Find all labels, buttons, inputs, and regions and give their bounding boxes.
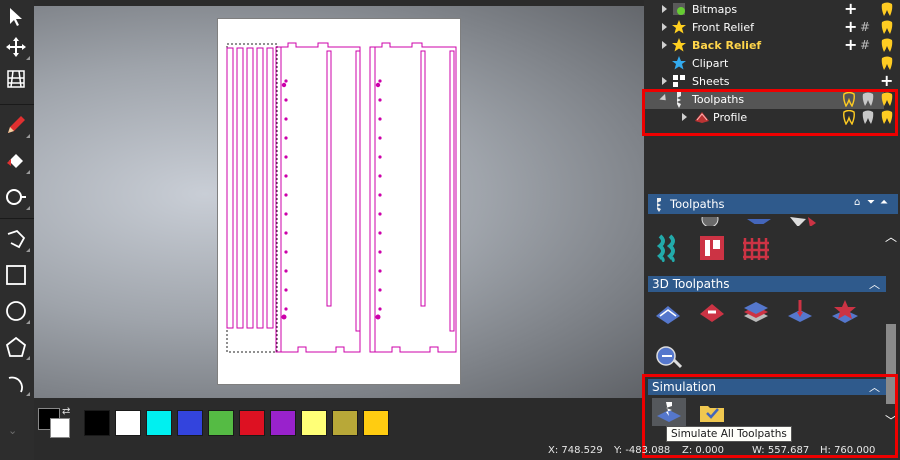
design-canvas[interactable] [34,6,644,398]
pin-icon[interactable]: ⏶ [880,197,888,208]
swatch-red[interactable] [239,410,265,436]
clipart-star-icon [672,56,686,73]
transform-icon[interactable] [2,32,30,62]
status-w: W: 557.687 [752,445,810,456]
toolbar-divider [0,218,34,219]
add-icon[interactable]: + [844,0,857,18]
add-icon[interactable]: + [844,35,857,54]
swatch-light-yellow[interactable] [301,410,327,436]
drill-toolpath-icon[interactable] [786,298,814,326]
tree-label: Front Relief [692,21,754,34]
expand-arrow-icon[interactable] [662,77,667,85]
expand-arrow-icon[interactable] [662,41,667,49]
toolpath-tool-icon[interactable] [788,214,816,226]
tree-label: Sheets [692,75,730,88]
finishing-toolpath-icon[interactable] [698,298,726,326]
status-x: X: 748.529 [548,445,603,456]
left-toolbar [0,0,34,460]
expand-arrow-icon[interactable] [662,23,667,31]
bitmap-icon [672,2,686,19]
swatch-white[interactable] [115,410,141,436]
swatch-gold[interactable] [363,410,389,436]
star-icon [672,20,686,37]
inlay-toolpath-icon[interactable] [698,234,726,262]
swatch-blue[interactable] [177,410,203,436]
section-title: 3D Toolpaths [652,277,730,291]
tree-item-bitmaps[interactable]: Bitmaps + [644,0,900,20]
application-window: ⇄ ⌄ Bitmaps + Front Relief + # Back Reli… [0,0,900,460]
grid-icon[interactable]: # [860,38,870,52]
toolpath-drill-icon [654,197,664,216]
fluting-toolpath-icon[interactable] [742,234,770,262]
home-icon[interactable]: ⌂ [854,197,860,208]
vector-drawing[interactable] [218,19,462,386]
polyline-icon[interactable] [2,224,30,254]
tree-label: Clipart [692,57,729,70]
swatch-green[interactable] [208,410,234,436]
expand-arrow-icon[interactable] [662,5,667,13]
highlight-box-toolpaths [642,89,898,136]
dock-down-icon[interactable]: ⏷ [867,197,875,208]
add-icon[interactable]: + [844,17,857,36]
tree-item-back-relief[interactable]: Back Relief + # [644,35,900,56]
tooth-icon[interactable] [880,38,894,56]
toolpaths-panel-header[interactable]: Toolpaths ⌂ ⏷ ⏶ [648,194,898,214]
measure-icon[interactable] [2,182,30,212]
swatch-purple[interactable] [270,410,296,436]
material-sheet[interactable] [217,18,461,385]
toolpaths-panel-title: Toolpaths [670,197,725,211]
status-h: H: 760.000 [820,445,876,456]
scroll-up-icon[interactable]: ︿ [885,228,897,245]
tree-label: Bitmaps [692,3,738,16]
collapse-chevron-icon[interactable]: ⌄ [8,424,17,437]
texture-toolpath-icon[interactable] [654,234,682,263]
roughing-toolpath-icon[interactable] [654,298,682,326]
swatch-olive[interactable] [332,410,358,436]
toolpath-tool-icon[interactable] [746,214,774,224]
select-arrow-icon[interactable] [2,2,30,32]
polygon-icon[interactable] [2,332,30,362]
arc-icon[interactable] [2,368,30,398]
node-edit-icon[interactable] [2,64,30,94]
tree-item-clipart[interactable]: Clipart [644,55,900,73]
pencil-icon[interactable] [2,110,30,140]
grid-icon[interactable]: # [860,20,870,34]
toolpath-tool-icon[interactable] [700,214,728,226]
stroke-color-swatch[interactable] [50,418,70,438]
circle-icon[interactable] [2,296,30,326]
rectangle-icon[interactable] [2,260,30,290]
swatch-black[interactable] [84,410,110,436]
status-bar: X: 748.529 Y: -483.088 Z: 0.000 W: 557.6… [540,444,900,460]
swap-colors-icon[interactable]: ⇄ [62,406,70,417]
section-header-3d-toolpaths[interactable]: 3D Toolpaths ︿ [648,276,886,292]
collapse-chevron-icon[interactable]: ︿ [869,276,880,292]
swatch-cyan[interactable] [146,410,172,436]
fill-bucket-icon[interactable] [2,146,30,176]
add-icon[interactable]: + [880,71,893,90]
star-icon [672,38,686,55]
tooth-icon[interactable] [880,2,894,20]
tree-label: Back Relief [692,39,762,52]
tooth-icon[interactable] [880,20,894,38]
status-y: Y: -483.088 [614,445,671,456]
status-z: Z: 0.000 [682,445,725,456]
layered-toolpath-icon[interactable] [742,298,770,326]
preview-toolpath-icon[interactable] [654,342,683,370]
toolbar-divider [0,104,34,105]
tree-item-front-relief[interactable]: Front Relief + # [644,17,900,38]
star-toolpath-icon[interactable] [830,298,858,326]
